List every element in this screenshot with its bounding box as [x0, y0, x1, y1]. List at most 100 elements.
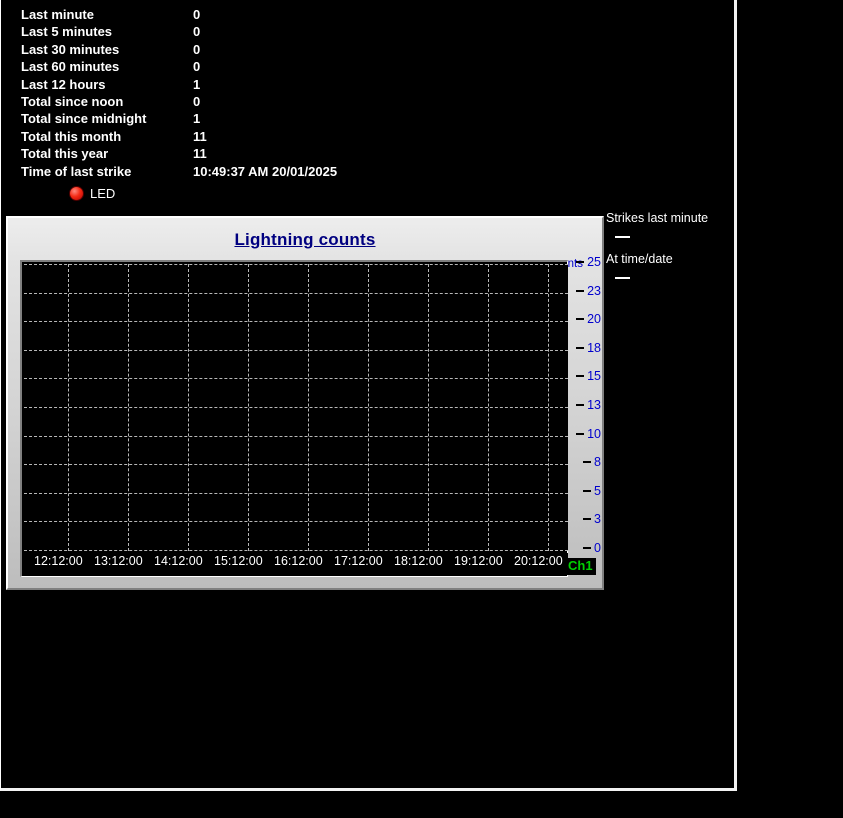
- side-readouts: Strikes last minute At time/date: [606, 210, 736, 283]
- table-row: Last 30 minutes 0: [21, 41, 401, 58]
- stat-label-last-60-minutes: Last 60 minutes: [21, 59, 120, 75]
- y-tick-mark-icon: [576, 374, 585, 377]
- y-axis-tick-label: 5: [583, 484, 601, 498]
- x-axis-tick-label: 20:12:00: [514, 554, 563, 568]
- y-axis-tick-label: 23: [576, 284, 601, 298]
- table-row: Total this month 11: [21, 128, 401, 145]
- horizontal-gridline: [24, 550, 568, 551]
- y-axis-tick-label: 25: [576, 255, 601, 269]
- stat-label-last-minute: Last minute: [21, 7, 94, 22]
- vertical-gridline: [488, 264, 489, 551]
- stat-value-total-since-noon: 0: [193, 93, 201, 109]
- y-axis-tick-label: 8: [583, 455, 601, 469]
- y-tick-mark-icon: [576, 289, 585, 292]
- readout-label-at-time-date: At time/date: [606, 252, 673, 266]
- horizontal-gridline: [24, 436, 568, 437]
- y-tick-mark-icon: [576, 403, 585, 406]
- vertical-gridline: [128, 264, 129, 551]
- y-tick-mark-icon: [583, 517, 592, 520]
- vertical-gridline: [248, 264, 249, 551]
- x-axis-tick-label: 17:12:00: [334, 554, 383, 568]
- x-axis-tick-labels: 12:12:00 13:12:00 14:12:00 15:12:00 16:12:00…: [24, 553, 568, 575]
- stat-label-total-since-noon: Total since noon: [21, 93, 124, 109]
- stat-value-last-60-minutes: 0: [193, 59, 201, 75]
- stat-value-total-this-year: 11: [193, 146, 207, 162]
- vertical-gridline: [68, 264, 69, 551]
- horizontal-gridline: [24, 378, 568, 379]
- horizontal-gridline: [24, 293, 568, 294]
- readout-value-at-time-date: [606, 267, 736, 283]
- horizontal-gridline: [24, 321, 568, 322]
- y-tick-mark-icon: [583, 546, 592, 549]
- stat-label-last-12-hours: Last 12 hours: [21, 76, 106, 92]
- y-axis-tick-label: 3: [583, 512, 601, 526]
- stat-value-last-5-minutes: 0: [193, 24, 201, 40]
- stat-value-last-minute: 0: [193, 7, 201, 22]
- x-axis-tick-label: 12:12:00: [34, 554, 83, 568]
- stat-value-last-12-hours: 1: [193, 76, 201, 92]
- stat-label-total-this-month: Total this month: [21, 128, 122, 144]
- empty-value-dash-icon: [615, 236, 630, 239]
- readout-label-strikes-last-minute: Strikes last minute: [606, 211, 709, 225]
- led-indicator-icon: [69, 186, 84, 201]
- table-row: Total since midnight 1: [21, 110, 401, 127]
- y-axis-tick-label: 15: [576, 369, 601, 383]
- vertical-gridline: [368, 264, 369, 551]
- x-axis-tick-label: 13:12:00: [94, 554, 143, 568]
- y-axis-tick-label: 20: [576, 312, 601, 326]
- table-row: Time of last strike 10:49:37 AM 20/01/20…: [21, 163, 401, 180]
- vertical-gridline: [308, 264, 309, 551]
- stat-value-total-this-month: 11: [193, 128, 207, 144]
- table-row: Last minute 0: [21, 6, 401, 23]
- x-axis-tick-label: 15:12:00: [214, 554, 263, 568]
- stat-value-total-since-midnight: 1: [193, 111, 201, 127]
- x-axis-tick-label: 16:12:00: [274, 554, 323, 568]
- horizontal-gridline: [24, 264, 568, 265]
- led-label: LED: [90, 186, 116, 201]
- y-tick-mark-icon: [583, 460, 592, 463]
- y-axis-tick-label: 18: [576, 341, 601, 355]
- channel-badge-ch1[interactable]: Ch1: [565, 558, 596, 575]
- application-window: Last minute 0 Last 5 minutes 0 Last 30 m…: [0, 0, 737, 791]
- x-axis-tick-label: 14:12:00: [154, 554, 203, 568]
- empty-value-dash-icon: [615, 277, 630, 280]
- table-row: Total since noon 0: [21, 93, 401, 110]
- plot-frame[interactable]: 12:12:00 13:12:00 14:12:00 15:12:00 16:12:00…: [20, 260, 568, 577]
- stat-label-time-of-last-strike: Time of last strike: [21, 163, 132, 179]
- horizontal-gridline: [24, 521, 568, 522]
- lightning-stats-table: Last minute 0 Last 5 minutes 0 Last 30 m…: [21, 6, 401, 180]
- vertical-gridline: [548, 264, 549, 551]
- y-tick-mark-icon: [576, 317, 585, 320]
- lightning-counts-chart-panel[interactable]: Lightning counts counts 12:12:0013:12:00…: [6, 216, 604, 590]
- y-tick-mark-icon: [576, 432, 585, 435]
- vertical-gridline: [428, 264, 429, 551]
- table-row: Total this year 11: [21, 145, 401, 162]
- table-row: Last 5 minutes 0: [21, 23, 401, 40]
- table-row: Last 12 hours 1: [21, 76, 401, 93]
- y-tick-mark-icon: [576, 260, 585, 263]
- y-tick-mark-icon: [583, 489, 592, 492]
- x-axis-tick-label: 18:12:00: [394, 554, 443, 568]
- stat-value-last-30-minutes: 0: [193, 41, 201, 57]
- chart-title: Lightning counts: [234, 230, 376, 249]
- stat-label-total-this-year: Total this year: [21, 146, 109, 162]
- y-axis-tick-label: 10: [576, 427, 601, 441]
- vertical-gridline: [188, 264, 189, 551]
- y-axis-tick-labels: 25 23 20 18 15 13 10 8 5 3 0: [570, 255, 604, 555]
- stat-label-last-5-minutes: Last 5 minutes: [21, 24, 113, 40]
- table-row: Last 60 minutes 0: [21, 58, 401, 75]
- horizontal-gridline: [24, 493, 568, 494]
- readout-spacer: [606, 242, 736, 251]
- horizontal-gridline: [24, 350, 568, 351]
- stat-label-total-since-midnight: Total since midnight: [21, 111, 147, 127]
- y-axis-tick-label: 13: [576, 398, 601, 412]
- horizontal-gridline: [24, 407, 568, 408]
- plot-area[interactable]: [24, 264, 568, 551]
- readout-value-strikes-last-minute: [606, 226, 736, 242]
- stat-value-time-of-last-strike: 10:49:37 AM 20/01/2025: [193, 163, 338, 179]
- stat-label-last-30-minutes: Last 30 minutes: [21, 41, 120, 57]
- y-tick-mark-icon: [576, 346, 585, 349]
- y-axis-tick-label: 0: [583, 541, 601, 555]
- horizontal-gridline: [24, 464, 568, 465]
- led-indicator: LED: [69, 186, 115, 201]
